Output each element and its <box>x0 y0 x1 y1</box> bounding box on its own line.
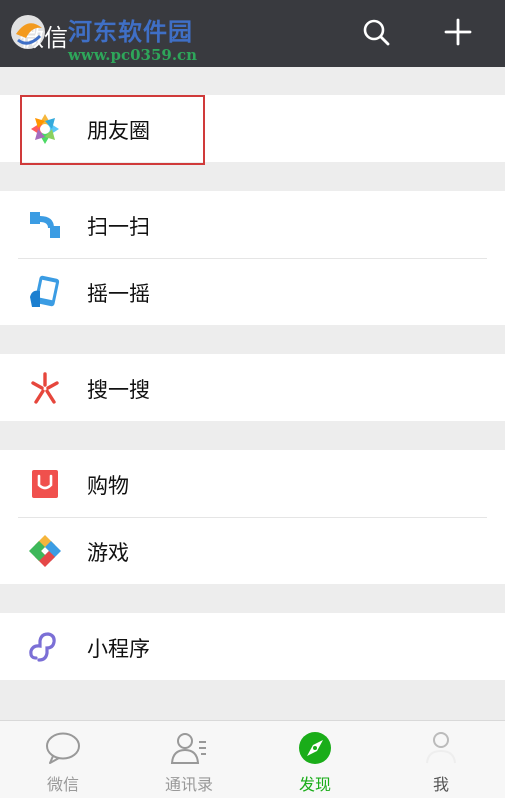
discover-icon <box>299 732 331 764</box>
games-icon <box>29 535 61 567</box>
tab-chats[interactable]: 微信 <box>0 721 126 798</box>
top-bar: 微信 河东软件园 www.pc0359.cn <box>0 0 505 67</box>
tab-label: 我 <box>432 775 449 794</box>
tab-label: 微信 <box>46 775 79 794</box>
group-search: 搜一搜 <box>0 354 505 421</box>
list-item-label: 朋友圈 <box>87 119 150 143</box>
search-icon[interactable] <box>360 16 392 48</box>
contacts-icon <box>170 733 206 764</box>
list-item-games[interactable]: 游戏 <box>0 517 505 584</box>
shake-icon <box>30 275 60 307</box>
list-item-label: 游戏 <box>87 541 129 565</box>
list-item-shake[interactable]: 摇一摇 <box>0 258 505 325</box>
tab-label: 通讯录 <box>164 775 213 794</box>
scan-icon <box>30 212 60 238</box>
list-item-shopping[interactable]: 购物 <box>0 450 505 517</box>
tab-me[interactable]: 我 <box>378 721 504 798</box>
watermark-logo-icon <box>11 15 45 49</box>
chat-icon <box>46 732 80 764</box>
list-item-label: 搜一搜 <box>87 378 150 402</box>
watermark-title: 河东软件园 <box>68 17 193 46</box>
moments-icon <box>29 113 61 145</box>
tab-bar: 微信 通讯录 发现 我 <box>0 720 505 798</box>
list-item-moments[interactable]: 朋友圈 <box>0 95 505 162</box>
tab-contacts[interactable]: 通讯录 <box>126 721 252 798</box>
mini-program-icon <box>29 632 56 662</box>
list-item-search[interactable]: 搜一搜 <box>0 354 505 421</box>
group-mini-program: 小程序 <box>0 613 505 680</box>
shopping-icon <box>32 470 58 498</box>
list-item-scan[interactable]: 扫一扫 <box>0 191 505 258</box>
plus-icon[interactable] <box>442 16 474 48</box>
group-scan-shake: 扫一扫 摇一摇 <box>0 191 505 325</box>
search-one-icon <box>31 372 59 404</box>
list-item-label: 购物 <box>87 474 129 498</box>
list-item-label: 小程序 <box>87 637 150 661</box>
watermark: 河东软件园 www.pc0359.cn <box>8 8 238 64</box>
tab-label: 发现 <box>298 775 331 794</box>
group-shopping-games: 购物 游戏 <box>0 450 505 584</box>
tab-discover[interactable]: 发现 <box>252 721 378 798</box>
watermark-url: www.pc0359.cn <box>68 46 198 64</box>
group-moments: 朋友圈 <box>0 95 505 162</box>
list-item-label: 扫一扫 <box>87 215 150 239</box>
list-item-label: 摇一摇 <box>87 282 150 306</box>
list-item-mini-program[interactable]: 小程序 <box>0 613 505 680</box>
me-icon <box>426 732 456 764</box>
